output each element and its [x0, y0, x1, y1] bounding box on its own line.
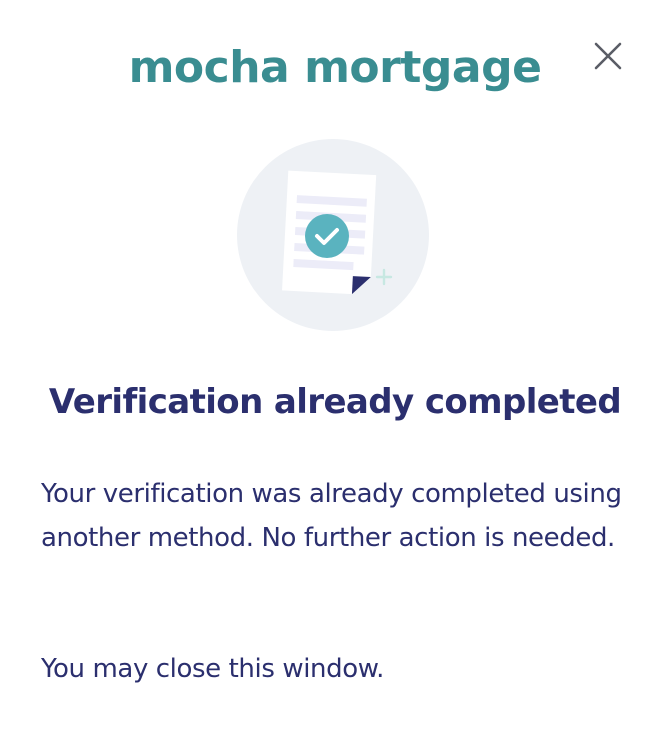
close-icon — [594, 42, 622, 70]
brand-logo: mocha mortgage — [128, 42, 542, 93]
verification-message: Your verification was already completed … — [41, 479, 622, 553]
verified-document-icon — [237, 139, 429, 331]
close-button[interactable] — [588, 36, 628, 76]
page-title: Verification already completed — [48, 382, 622, 422]
verified-document-illustration — [237, 139, 429, 331]
close-instruction: You may close this window. — [41, 654, 385, 684]
